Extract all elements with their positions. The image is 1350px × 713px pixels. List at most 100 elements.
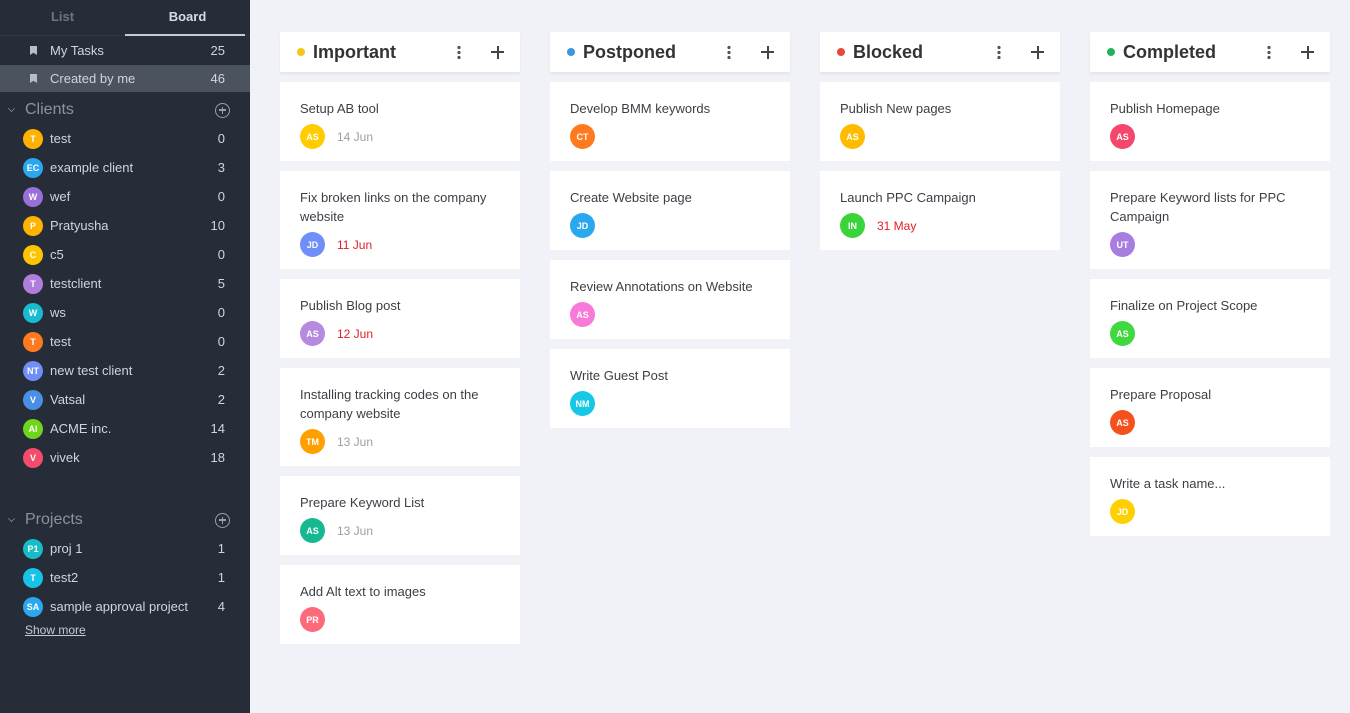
task-card[interactable]: Prepare Keyword List AS 13 Jun xyxy=(280,476,520,555)
item-count: 2 xyxy=(217,392,225,407)
item-label: Pratyusha xyxy=(50,218,109,233)
assignee-avatar[interactable]: AS xyxy=(300,321,325,346)
avatar: V xyxy=(23,447,43,468)
task-title: Publish New pages xyxy=(840,101,952,116)
project-item[interactable]: P1 proj 1 1 xyxy=(0,534,250,563)
task-card[interactable]: Publish Blog post AS 12 Jun xyxy=(280,279,520,358)
projects-section-header[interactable]: Projects xyxy=(0,506,250,534)
task-card[interactable]: Write Guest Post NM xyxy=(550,349,790,428)
due-date: 14 Jun xyxy=(337,129,374,144)
assignee-avatar[interactable]: JD xyxy=(1110,499,1135,524)
add-task-icon[interactable] xyxy=(1031,45,1044,59)
task-title: Setup AB tool xyxy=(300,101,379,116)
assignee-avatar[interactable]: TM xyxy=(300,429,325,454)
item-label: wef xyxy=(50,189,71,204)
filter-item[interactable]: My Tasks 25 xyxy=(0,37,250,64)
client-item[interactable]: AI ACME inc. 14 xyxy=(0,414,250,443)
assignee-avatar[interactable]: NM xyxy=(570,391,595,416)
task-card[interactable]: Create Website page JD xyxy=(550,171,790,250)
clients-section-header[interactable]: Clients xyxy=(0,96,250,124)
tab-board[interactable]: Board xyxy=(125,0,250,36)
filter-item[interactable]: Created by me 46 xyxy=(0,65,250,92)
assignee-avatar[interactable]: AS xyxy=(1110,124,1135,149)
item-count: 1 xyxy=(217,541,225,556)
assignee-avatar[interactable]: AS xyxy=(1110,321,1135,346)
client-item[interactable]: P Pratyusha 10 xyxy=(0,211,250,240)
client-item[interactable]: Cc5 0 xyxy=(0,240,250,269)
assignee-avatar[interactable]: AS xyxy=(570,302,595,327)
task-title: Add Alt text to images xyxy=(300,584,426,599)
assignee-avatar[interactable]: JD xyxy=(570,213,595,238)
assignee-avatar[interactable]: AS xyxy=(1110,410,1135,435)
client-item[interactable]: Ttest 0 xyxy=(0,124,250,153)
more-options-icon[interactable] xyxy=(727,45,731,59)
task-card[interactable]: Launch PPC Campaign IN 31 May xyxy=(820,171,1060,250)
client-item[interactable]: Ttestclient 5 xyxy=(0,269,250,298)
task-card[interactable]: Installing tracking codes on the company… xyxy=(280,368,520,466)
client-item[interactable]: Wwef 0 xyxy=(0,182,250,211)
assignee-avatar[interactable]: CT xyxy=(570,124,595,149)
more-options-icon[interactable] xyxy=(1267,45,1271,59)
item-label: test xyxy=(50,131,71,146)
task-card[interactable]: Add Alt text to images PR xyxy=(280,565,520,644)
add-project-icon[interactable] xyxy=(215,512,230,528)
assignee-avatar[interactable]: UT xyxy=(1110,232,1135,257)
add-task-icon[interactable] xyxy=(761,45,774,59)
task-card[interactable]: Setup AB tool AS 14 Jun xyxy=(280,82,520,161)
client-item[interactable]: V Vatsal 2 xyxy=(0,385,250,414)
show-more-link[interactable]: Show more xyxy=(25,623,250,637)
task-card[interactable]: Fix broken links on the company website J… xyxy=(280,171,520,269)
more-options-icon[interactable] xyxy=(997,45,1001,59)
due-date: 12 Jun xyxy=(337,326,374,341)
assignee-avatar[interactable]: IN xyxy=(840,213,865,238)
due-date: 13 Jun xyxy=(337,523,374,538)
column-title: Important xyxy=(313,41,396,62)
client-item[interactable]: NT new test client 2 xyxy=(0,356,250,385)
column-header: Important xyxy=(280,32,520,72)
filter-list: My Tasks 25 Created by me 46 xyxy=(0,37,250,92)
task-card[interactable]: Prepare Keyword lists for PPC Campaign UT xyxy=(1090,171,1330,269)
task-card[interactable]: Write a task name... JD xyxy=(1090,457,1330,536)
add-client-icon[interactable] xyxy=(215,102,230,118)
assignee-avatar[interactable]: AS xyxy=(300,124,325,149)
assignee-avatar[interactable]: AS xyxy=(300,518,325,543)
status-dot xyxy=(567,48,575,56)
task-card[interactable]: Review Annotations on Website AS xyxy=(550,260,790,339)
client-item[interactable]: Ttest 0 xyxy=(0,327,250,356)
add-task-icon[interactable] xyxy=(1301,45,1314,59)
task-card[interactable]: Publish Homepage AS xyxy=(1090,82,1330,161)
item-label: vivek xyxy=(50,450,80,465)
task-card[interactable]: Prepare Proposal AS xyxy=(1090,368,1330,447)
task-card[interactable]: Develop BMM keywords CT xyxy=(550,82,790,161)
filter-count: 25 xyxy=(210,43,225,58)
item-label: ws xyxy=(50,305,66,320)
tab-list[interactable]: List xyxy=(0,0,125,35)
assignee-avatar[interactable]: AS xyxy=(840,124,865,149)
project-item[interactable]: Ttest2 1 xyxy=(0,563,250,592)
chevron-down-icon[interactable] xyxy=(8,105,15,112)
filter-count: 46 xyxy=(210,71,225,86)
avatar: V xyxy=(23,389,43,410)
avatar: T xyxy=(23,273,43,294)
task-card[interactable]: Finalize on Project Scope AS xyxy=(1090,279,1330,358)
status-dot xyxy=(837,48,845,56)
assignee-avatar[interactable]: JD xyxy=(300,232,325,257)
item-label: Vatsal xyxy=(50,392,86,407)
chevron-down-icon[interactable] xyxy=(8,515,15,522)
item-count: 14 xyxy=(210,421,225,436)
client-item[interactable]: Wws 0 xyxy=(0,298,250,327)
project-item[interactable]: SA sample approval project 4 xyxy=(0,592,250,621)
client-item[interactable]: EC example client 3 xyxy=(0,153,250,182)
item-count: 0 xyxy=(217,247,225,262)
filter-label: My Tasks xyxy=(50,43,104,58)
add-task-icon[interactable] xyxy=(491,45,504,59)
item-label: test xyxy=(50,334,71,349)
task-card[interactable]: Publish New pages AS xyxy=(820,82,1060,161)
assignee-avatar[interactable]: PR xyxy=(300,607,325,632)
avatar: P xyxy=(23,215,43,236)
more-options-icon[interactable] xyxy=(457,45,461,59)
task-meta: AS 12 Jun xyxy=(300,321,500,346)
board-column: Important Setup AB tool AS 14 Jun Fix broken… xyxy=(280,32,520,644)
client-item[interactable]: Vvivek 18 xyxy=(0,443,250,472)
filter-label: Created by me xyxy=(50,71,136,86)
